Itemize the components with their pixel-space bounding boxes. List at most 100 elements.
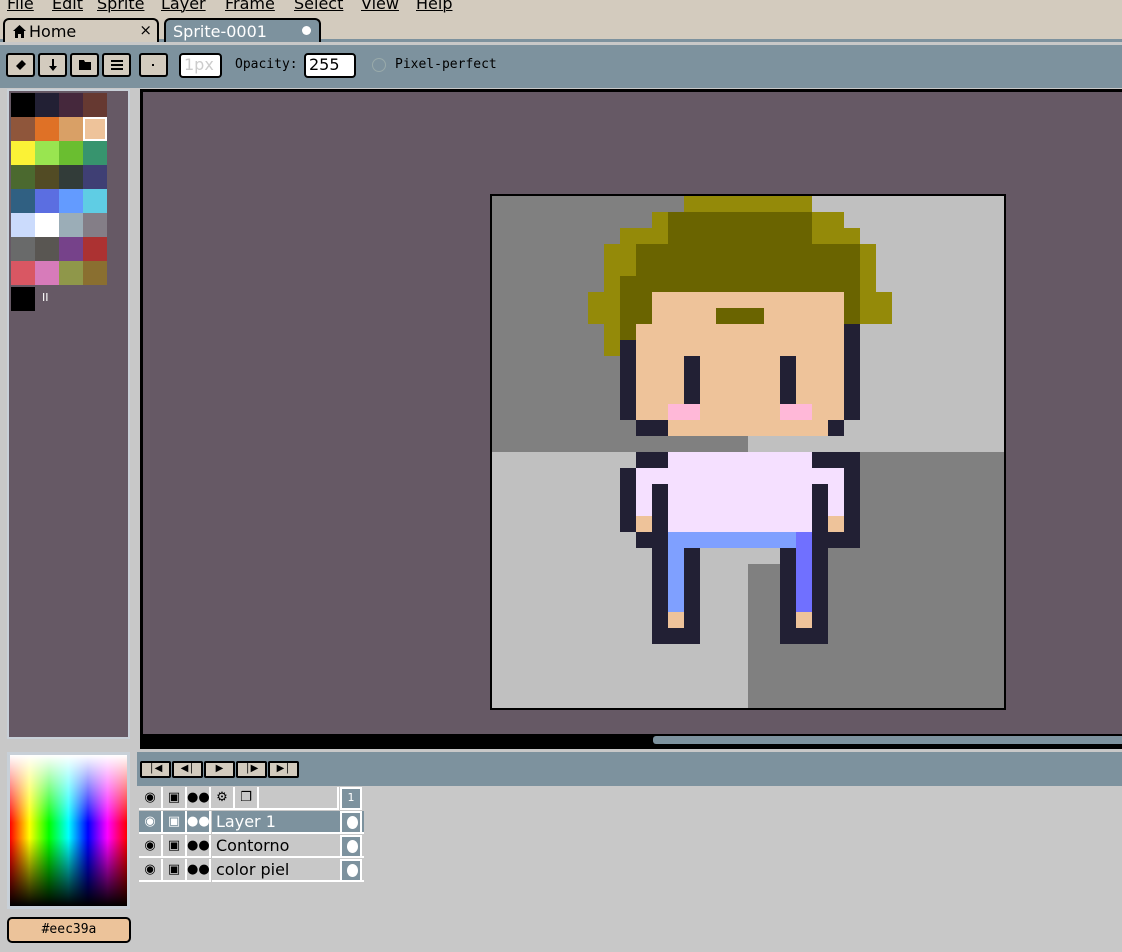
cel[interactable]	[340, 835, 362, 858]
pants	[668, 532, 796, 548]
first-frame-button[interactable]: │◀	[140, 761, 171, 778]
palette-swatch[interactable]	[59, 141, 83, 165]
palette-swatch[interactable]	[83, 117, 107, 141]
lock-icon[interactable]: ▣	[163, 811, 187, 834]
hex-color-field[interactable]: #eec39a	[7, 917, 131, 943]
menu-edit[interactable]: Edit	[52, 0, 83, 13]
palette-swatch[interactable]	[11, 237, 35, 261]
palette-swatch[interactable]	[11, 93, 35, 117]
tab-home[interactable]: Home ×	[3, 18, 159, 42]
continuous-icon[interactable]: ●●	[187, 787, 211, 810]
eraser-icon	[15, 60, 26, 70]
folder-button[interactable]	[70, 53, 99, 77]
palette-swatch[interactable]	[11, 165, 35, 189]
lock-icon[interactable]: ▣	[163, 787, 187, 810]
palette-swatch[interactable]	[59, 261, 83, 285]
visibility-icon[interactable]: ◉	[139, 787, 163, 810]
foot-right	[796, 612, 812, 628]
palette-swatch[interactable]	[59, 189, 83, 213]
palette-swatch[interactable]	[35, 237, 59, 261]
palette-swatch[interactable]	[83, 261, 107, 285]
menu-layer[interactable]: Layer	[161, 0, 206, 13]
play-button[interactable]: ▶	[204, 761, 235, 778]
gear-icon[interactable]: ⚙	[211, 787, 235, 810]
palette-swatch[interactable]	[11, 213, 35, 237]
menu-bar: File Edit Sprite Layer Frame Select View…	[0, 0, 1122, 15]
cel[interactable]	[340, 859, 362, 882]
prev-frame-button[interactable]: ◀│	[172, 761, 203, 778]
palette-swatch[interactable]	[35, 141, 59, 165]
next-frame-button[interactable]: │▶	[236, 761, 267, 778]
palette-swatch[interactable]	[11, 189, 35, 213]
scrollbar-thumb[interactable]	[653, 736, 1122, 744]
palette-swatch[interactable]	[83, 237, 107, 261]
palette-swatch[interactable]	[35, 93, 59, 117]
lock-icon[interactable]: ▣	[163, 835, 187, 858]
sprite-canvas[interactable]	[490, 194, 1006, 710]
brush-size-input[interactable]: 1px	[179, 53, 222, 78]
visibility-icon[interactable]: ◉	[139, 859, 163, 882]
tab-sprite-label: Sprite-0001	[173, 22, 267, 41]
continuous-icon[interactable]: ●●	[187, 859, 211, 882]
menu-help[interactable]: Help	[416, 0, 452, 13]
eraser-button[interactable]	[6, 53, 35, 77]
menu-file[interactable]: File	[7, 0, 34, 13]
palette-swatch[interactable]	[59, 237, 83, 261]
lock-icon[interactable]: ▣	[163, 859, 187, 882]
palette-swatch[interactable]	[11, 261, 35, 285]
hair	[684, 196, 812, 212]
palette-swatch[interactable]	[83, 165, 107, 189]
folder-icon	[78, 60, 91, 70]
color-spectrum[interactable]	[7, 752, 130, 909]
pixel-perfect-checkbox[interactable]	[372, 58, 386, 72]
pixel-perfect-label: Pixel-perfect	[395, 57, 497, 72]
continuous-icon[interactable]: ●●	[187, 811, 211, 834]
last-frame-button[interactable]: ▶│	[268, 761, 299, 778]
tab-sprite[interactable]: Sprite-0001	[164, 18, 321, 42]
palette-swatch[interactable]	[59, 165, 83, 189]
visibility-icon[interactable]: ◉	[139, 835, 163, 858]
palette-swatch[interactable]	[83, 93, 107, 117]
palette-swatch[interactable]	[59, 93, 83, 117]
brush-shape-button[interactable]	[139, 53, 168, 77]
palette-swatch[interactable]	[35, 189, 59, 213]
leg-gap	[748, 564, 780, 644]
opacity-input[interactable]: 255	[304, 53, 356, 78]
layer-row[interactable]: ◉ ▣ ●● Contorno	[139, 835, 364, 858]
blush-right	[780, 404, 812, 420]
outline	[620, 340, 636, 420]
palette-swatch[interactable]	[11, 117, 35, 141]
visibility-icon[interactable]: ◉	[139, 811, 163, 834]
pants-leg-right	[796, 532, 812, 612]
menu-select[interactable]: Select	[294, 0, 343, 13]
layer-row[interactable]: ◉ ▣ ●● color piel	[139, 859, 364, 882]
frame-header[interactable]: 1	[340, 787, 362, 810]
foot-left	[668, 612, 684, 628]
cel[interactable]	[340, 811, 362, 834]
palette-swatch[interactable]	[11, 141, 35, 165]
menu-view[interactable]: View	[361, 0, 399, 13]
continuous-icon[interactable]: ●●	[187, 835, 211, 858]
menu-button[interactable]	[102, 53, 131, 77]
current-color-swatch[interactable]	[11, 287, 35, 311]
layer-row[interactable]: ◉ ▣ ●● Layer 1	[139, 811, 364, 834]
opacity-label: Opacity:	[235, 57, 298, 72]
menu-frame[interactable]: Frame	[225, 0, 275, 13]
close-icon[interactable]: ×	[139, 21, 152, 39]
palette-swatch[interactable]	[83, 213, 107, 237]
layer-header-row: ◉ ▣ ●● ⚙ ❐ 1	[139, 787, 364, 810]
horizontal-scrollbar[interactable]	[143, 734, 1122, 746]
timeline-panel: │◀ ◀│ ▶ │▶ ▶│ ◉ ▣ ●● ⚙ ❐ 1 ◉ ▣ ●● Layer …	[137, 752, 1122, 952]
palette-swatch[interactable]	[83, 141, 107, 165]
menu-sprite[interactable]: Sprite	[97, 0, 144, 13]
palette-swatch[interactable]	[35, 261, 59, 285]
palette-swatch[interactable]	[83, 189, 107, 213]
palette-swatch[interactable]	[35, 117, 59, 141]
palette-swatch[interactable]	[35, 165, 59, 189]
palette-swatch[interactable]	[59, 117, 83, 141]
palette-swatch[interactable]	[59, 213, 83, 237]
onion-skin-icon[interactable]: ❐	[235, 787, 259, 810]
modified-dot-icon[interactable]	[302, 26, 311, 35]
palette-swatch[interactable]	[35, 213, 59, 237]
down-button[interactable]	[38, 53, 67, 77]
